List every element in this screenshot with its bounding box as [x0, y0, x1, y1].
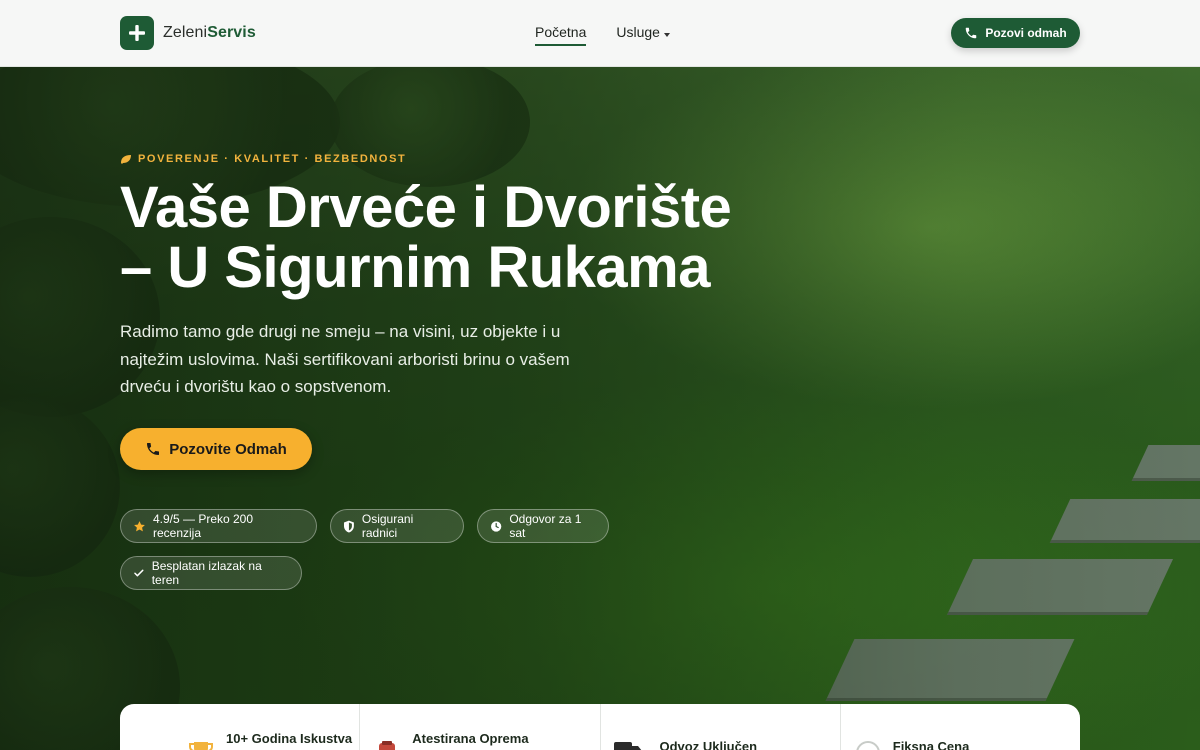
site-header: ZeleniServis Početna Usluge Pozovi odmah	[0, 0, 1200, 67]
logo-text-part1: Zeleni	[163, 24, 208, 41]
feature-equipment: Atestirana Oprema	[359, 704, 599, 750]
nav-services-link[interactable]: Usluge	[616, 24, 660, 44]
feature-removal: Odvoz Uključen	[599, 704, 840, 750]
hero-call-label: Pozovite Odmah	[169, 440, 287, 458]
main-nav: Početna Usluge	[535, 24, 670, 46]
check-icon	[134, 569, 144, 577]
clock-icon	[491, 520, 502, 532]
hero-call-button[interactable]: Pozovite Odmah	[120, 428, 312, 470]
badge-response-label: Odgovor za 1 sat	[509, 512, 582, 540]
trophy-icon	[189, 742, 213, 750]
logo-text: ZeleniServis	[163, 24, 256, 42]
badge-response: Odgovor za 1 sat	[477, 509, 609, 543]
feature-fixed-price: Fiksna Cena	[839, 704, 1080, 750]
price-icon	[856, 741, 880, 750]
badge-free-visit: Besplatan izlazak na teren	[120, 556, 302, 590]
leaf-icon	[121, 155, 131, 164]
hero-eyebrow: POVERENJE · KVALITET · BEZBEDNOST	[120, 153, 406, 165]
logo[interactable]: ZeleniServis	[120, 16, 256, 50]
hero-title-line-1: Vaše Drveće i Dvorište	[120, 175, 732, 240]
hero-eyebrow-text: POVERENJE · KVALITET · BEZBEDNOST	[138, 153, 407, 165]
star-icon	[134, 520, 145, 531]
hero-dark-overlay	[0, 67, 1200, 750]
hero-section: POVERENJE · KVALITET · BEZBEDNOST Vaše D…	[0, 67, 1200, 750]
feature-equipment-label: Atestirana Oprema	[412, 731, 529, 746]
chevron-down-icon	[663, 33, 670, 37]
phone-icon	[966, 27, 977, 39]
logo-text-part2: Servis	[207, 24, 256, 41]
feature-experience-label: 10+ Godina Iskustva	[226, 731, 353, 746]
badge-insured-label: Osigurani radnici	[361, 512, 414, 540]
header-call-label: Pozovi odmah	[985, 26, 1067, 40]
equipment-icon	[379, 741, 396, 750]
phone-icon	[147, 443, 160, 455]
badge-insured: Osigurani radnici	[330, 509, 464, 543]
nav-home-link[interactable]: Početna	[535, 24, 587, 46]
hero-title: Vaše Drveće i Dvorište – U Sigurnim Ruka…	[120, 178, 740, 298]
feature-fixed-price-label: Fiksna Cena	[892, 739, 970, 750]
header-call-button[interactable]: Pozovi odmah	[951, 18, 1080, 48]
nav-services-dropdown[interactable]: Usluge	[616, 24, 670, 44]
logo-cross-icon	[120, 16, 154, 50]
feature-experience: 10+ Godina Iskustva	[120, 704, 359, 750]
badge-free-visit-label: Besplatan izlazak na teren	[151, 559, 262, 587]
badge-rating-label: 4.9/5 — Preko 200 recenzija	[152, 512, 254, 540]
badge-rating: 4.9/5 — Preko 200 recenzija	[120, 509, 317, 543]
shield-icon	[343, 520, 354, 532]
hero-description: Radimo tamo gde drugi ne smeju – na visi…	[120, 322, 570, 396]
feature-removal-label: Odvoz Uključen	[659, 739, 758, 750]
hero-title-line-2: – U Sigurnim Rukama	[120, 235, 710, 300]
features-card: 10+ Godina Iskustva Atestirana Oprema Od…	[120, 704, 1080, 750]
truck-icon	[613, 742, 641, 750]
